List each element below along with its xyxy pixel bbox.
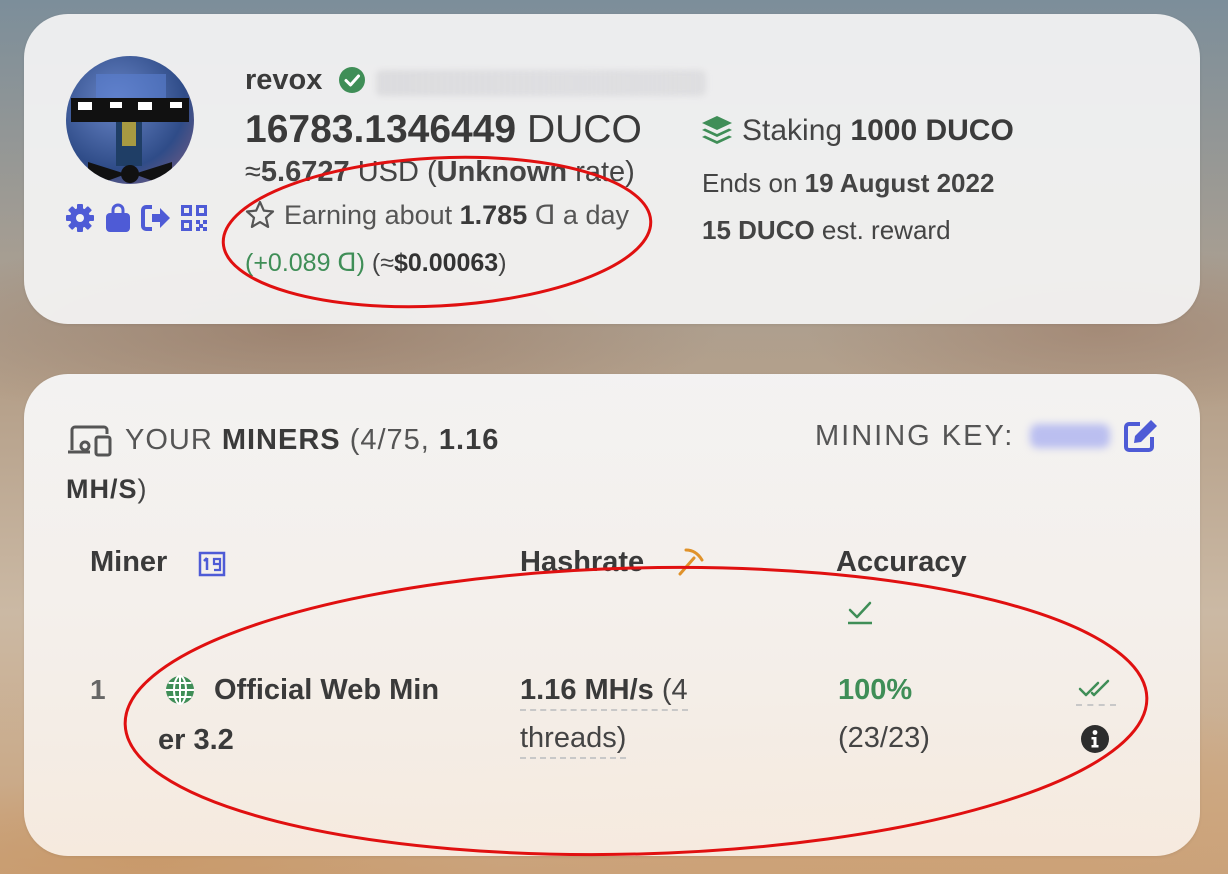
earning-change: (+0.089 ᗡ) (≈$0.00063) xyxy=(245,248,507,278)
earning-suffix: ᗡ a day xyxy=(527,200,629,230)
column-header-accuracy[interactable]: Accuracy xyxy=(836,546,967,579)
edit-icon[interactable] xyxy=(1122,418,1160,454)
earning-usd-prefix: (≈ xyxy=(364,249,394,277)
staking-ends: Ends on 19 August 2022 xyxy=(702,168,994,199)
reward-amount: 15 DUCO xyxy=(702,215,815,245)
usd-balance: ≈5.6727 USD (Unknown rate) xyxy=(245,156,635,189)
usd-rate: Unknown xyxy=(436,156,568,188)
double-check-icon xyxy=(1076,674,1116,706)
ends-date: 19 August 2022 xyxy=(804,168,995,198)
check-icon xyxy=(846,598,874,626)
username: revox xyxy=(245,64,323,96)
layers-icon xyxy=(700,114,734,148)
usd-prefix: ≈ xyxy=(245,156,261,188)
globe-icon xyxy=(164,674,196,706)
staking-amount: Staking 1000 DUCO xyxy=(742,114,1014,148)
balance-value: 16783.1346449 xyxy=(245,108,517,151)
sort-numeric-icon[interactable] xyxy=(198,550,226,578)
duco-balance: 16783.1346449 DUCO xyxy=(245,108,642,152)
pickaxe-icon xyxy=(676,546,704,576)
miner-name[interactable]: Official Web Min xyxy=(214,674,439,707)
miners-title: YOUR MINERS (4/75, 1.16 xyxy=(125,424,499,457)
staking-value: 1000 DUCO xyxy=(850,114,1014,147)
usd-value: 5.6727 xyxy=(260,156,350,188)
column-header-miner[interactable]: Miner xyxy=(90,546,167,579)
logout-icon[interactable] xyxy=(140,202,172,234)
shopping-bag-icon[interactable] xyxy=(102,202,134,234)
miner-threads: threads) xyxy=(520,722,627,759)
balance-unit: DUCO xyxy=(526,108,642,151)
miner-hashrate: 1.16 MH/s (4 xyxy=(520,674,688,711)
reward-label: est. reward xyxy=(814,215,951,245)
title-prefix: YOUR xyxy=(125,424,222,456)
title-close: ) xyxy=(137,474,148,504)
ends-label: Ends on xyxy=(702,168,805,198)
gear-icon[interactable] xyxy=(64,202,96,234)
avatar-actions xyxy=(64,202,210,234)
mining-key-redacted xyxy=(1030,424,1110,448)
hashrate-value: 1.16 MH/s xyxy=(520,674,654,706)
usd-rate-suffix: rate) xyxy=(567,156,635,188)
hashrate-threads: (4 xyxy=(653,674,688,706)
daily-earning: Earning about 1.785 ᗡ a day xyxy=(284,200,629,231)
earning-prefix: Earning about xyxy=(284,200,460,230)
qr-code-icon[interactable] xyxy=(178,202,210,234)
earning-usd-value: $0.00063 xyxy=(393,249,499,277)
info-circle-icon[interactable] xyxy=(1080,724,1110,754)
miner-shares: (23/23) xyxy=(838,722,930,754)
miner-row-index: 1 xyxy=(90,674,106,705)
earning-usd-suffix: ) xyxy=(498,249,507,277)
title-hashrate: 1.16 xyxy=(438,424,500,456)
staking-label: Staking xyxy=(742,114,851,147)
verified-check-icon xyxy=(338,66,366,94)
title-hashrate-unit: MH/S xyxy=(66,474,138,504)
miner-name-continued[interactable]: er 3.2 xyxy=(158,724,234,757)
miners-title-line2: MH/S) xyxy=(66,474,148,505)
title-count: (4/75, xyxy=(340,424,439,456)
earning-value: 1.785 xyxy=(459,200,528,230)
mining-key-label: MINING KEY: xyxy=(815,420,1015,452)
devices-icon xyxy=(66,424,116,458)
avatar[interactable] xyxy=(66,56,194,184)
earning-delta: (+0.089 ᗡ) xyxy=(245,249,365,277)
staking-reward: 15 DUCO est. reward xyxy=(702,215,951,246)
email-redacted xyxy=(376,70,706,96)
earning-usd: (≈$0.00063) xyxy=(365,249,507,277)
column-header-hashrate[interactable]: Hashrate xyxy=(520,546,644,579)
miner-accuracy: 100% xyxy=(838,674,913,706)
title-bold: MINERS xyxy=(221,424,341,456)
usd-unit: USD ( xyxy=(357,156,437,188)
star-outline-icon xyxy=(245,200,275,230)
